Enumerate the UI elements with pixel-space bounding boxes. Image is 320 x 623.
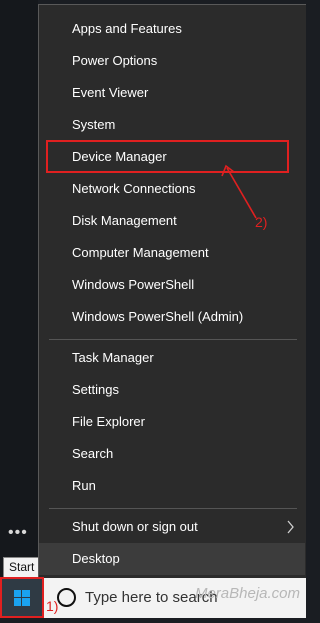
annotation-arrow [221,164,257,219]
